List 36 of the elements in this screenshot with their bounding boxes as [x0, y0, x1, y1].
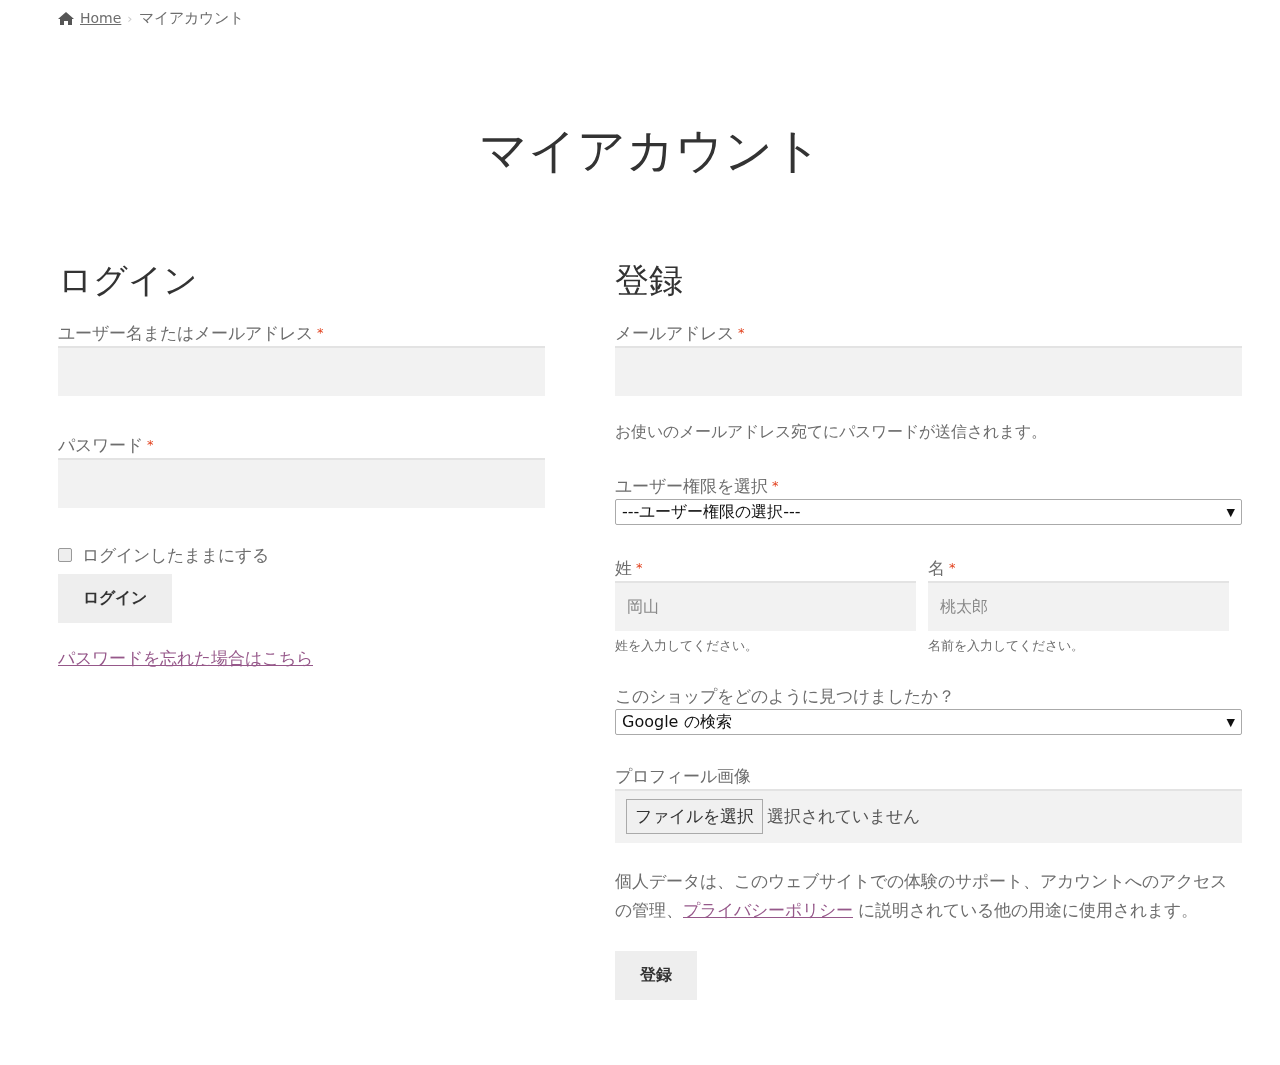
field-label: メールアドレス * [615, 322, 746, 345]
page-title: マイアカウント [478, 121, 822, 180]
privacy-policy-link[interactable]: プライバシーポリシー [683, 900, 853, 920]
register-button[interactable]: 登録 [615, 951, 697, 1000]
caret-icon: ▼ [1226, 505, 1235, 519]
checkbox-label: ログインしたままにする [82, 544, 269, 567]
login-heading: ログイン [58, 259, 199, 302]
privacy-text: 個人データは、このウェブサイトでの体験のサポート、アカウントへのアクセスの管理、プライバシーポリシー に説明されている他の用途に使用されます。 [615, 870, 1228, 922]
field-label: パスワード * [58, 434, 155, 457]
field-hint: 名前を入力してください。 [928, 637, 1085, 655]
field-hint: 姓を入力してください。 [615, 637, 759, 655]
field-label: ユーザー権限を選択 * [615, 475, 780, 498]
input-field[interactable]: 桃太郎 [928, 581, 1229, 631]
field-label: このショップをどのように見つけましたか？ [615, 685, 956, 708]
field-label: プロフィール画像 [615, 765, 752, 788]
login-button[interactable]: ログイン [58, 574, 172, 623]
input-field[interactable] [615, 346, 1242, 396]
select-field[interactable]: Google の検索 ▼ [615, 709, 1242, 735]
file-status: 選択されていません [767, 804, 920, 828]
input-field[interactable]: 岡山 [615, 581, 916, 631]
lost-password-link[interactable]: パスワードを忘れた場合はこちら [58, 648, 313, 668]
input-field[interactable] [58, 346, 545, 396]
field-label: 名 * [928, 558, 956, 578]
home-icon [58, 11, 74, 25]
choose-file-button[interactable]: ファイルを選択 [626, 798, 763, 834]
register-heading: 登録 [615, 259, 684, 302]
field-label: ユーザー名またはメールアドレス * [58, 322, 325, 345]
breadcrumb-separator: › [127, 10, 133, 26]
caret-icon: ▼ [1226, 715, 1235, 729]
input-field[interactable] [58, 458, 545, 508]
select-field[interactable]: ---ユーザー権限の選択--- ▼ [615, 499, 1242, 525]
breadcrumb-current: マイアカウント [138, 8, 244, 28]
email-note: お使いのメールアドレス宛てにパスワードが送信されます。 [615, 422, 1048, 443]
field-label: 姓 * [615, 558, 643, 578]
checkbox[interactable] [58, 548, 72, 562]
home-link[interactable]: Home [80, 10, 122, 26]
